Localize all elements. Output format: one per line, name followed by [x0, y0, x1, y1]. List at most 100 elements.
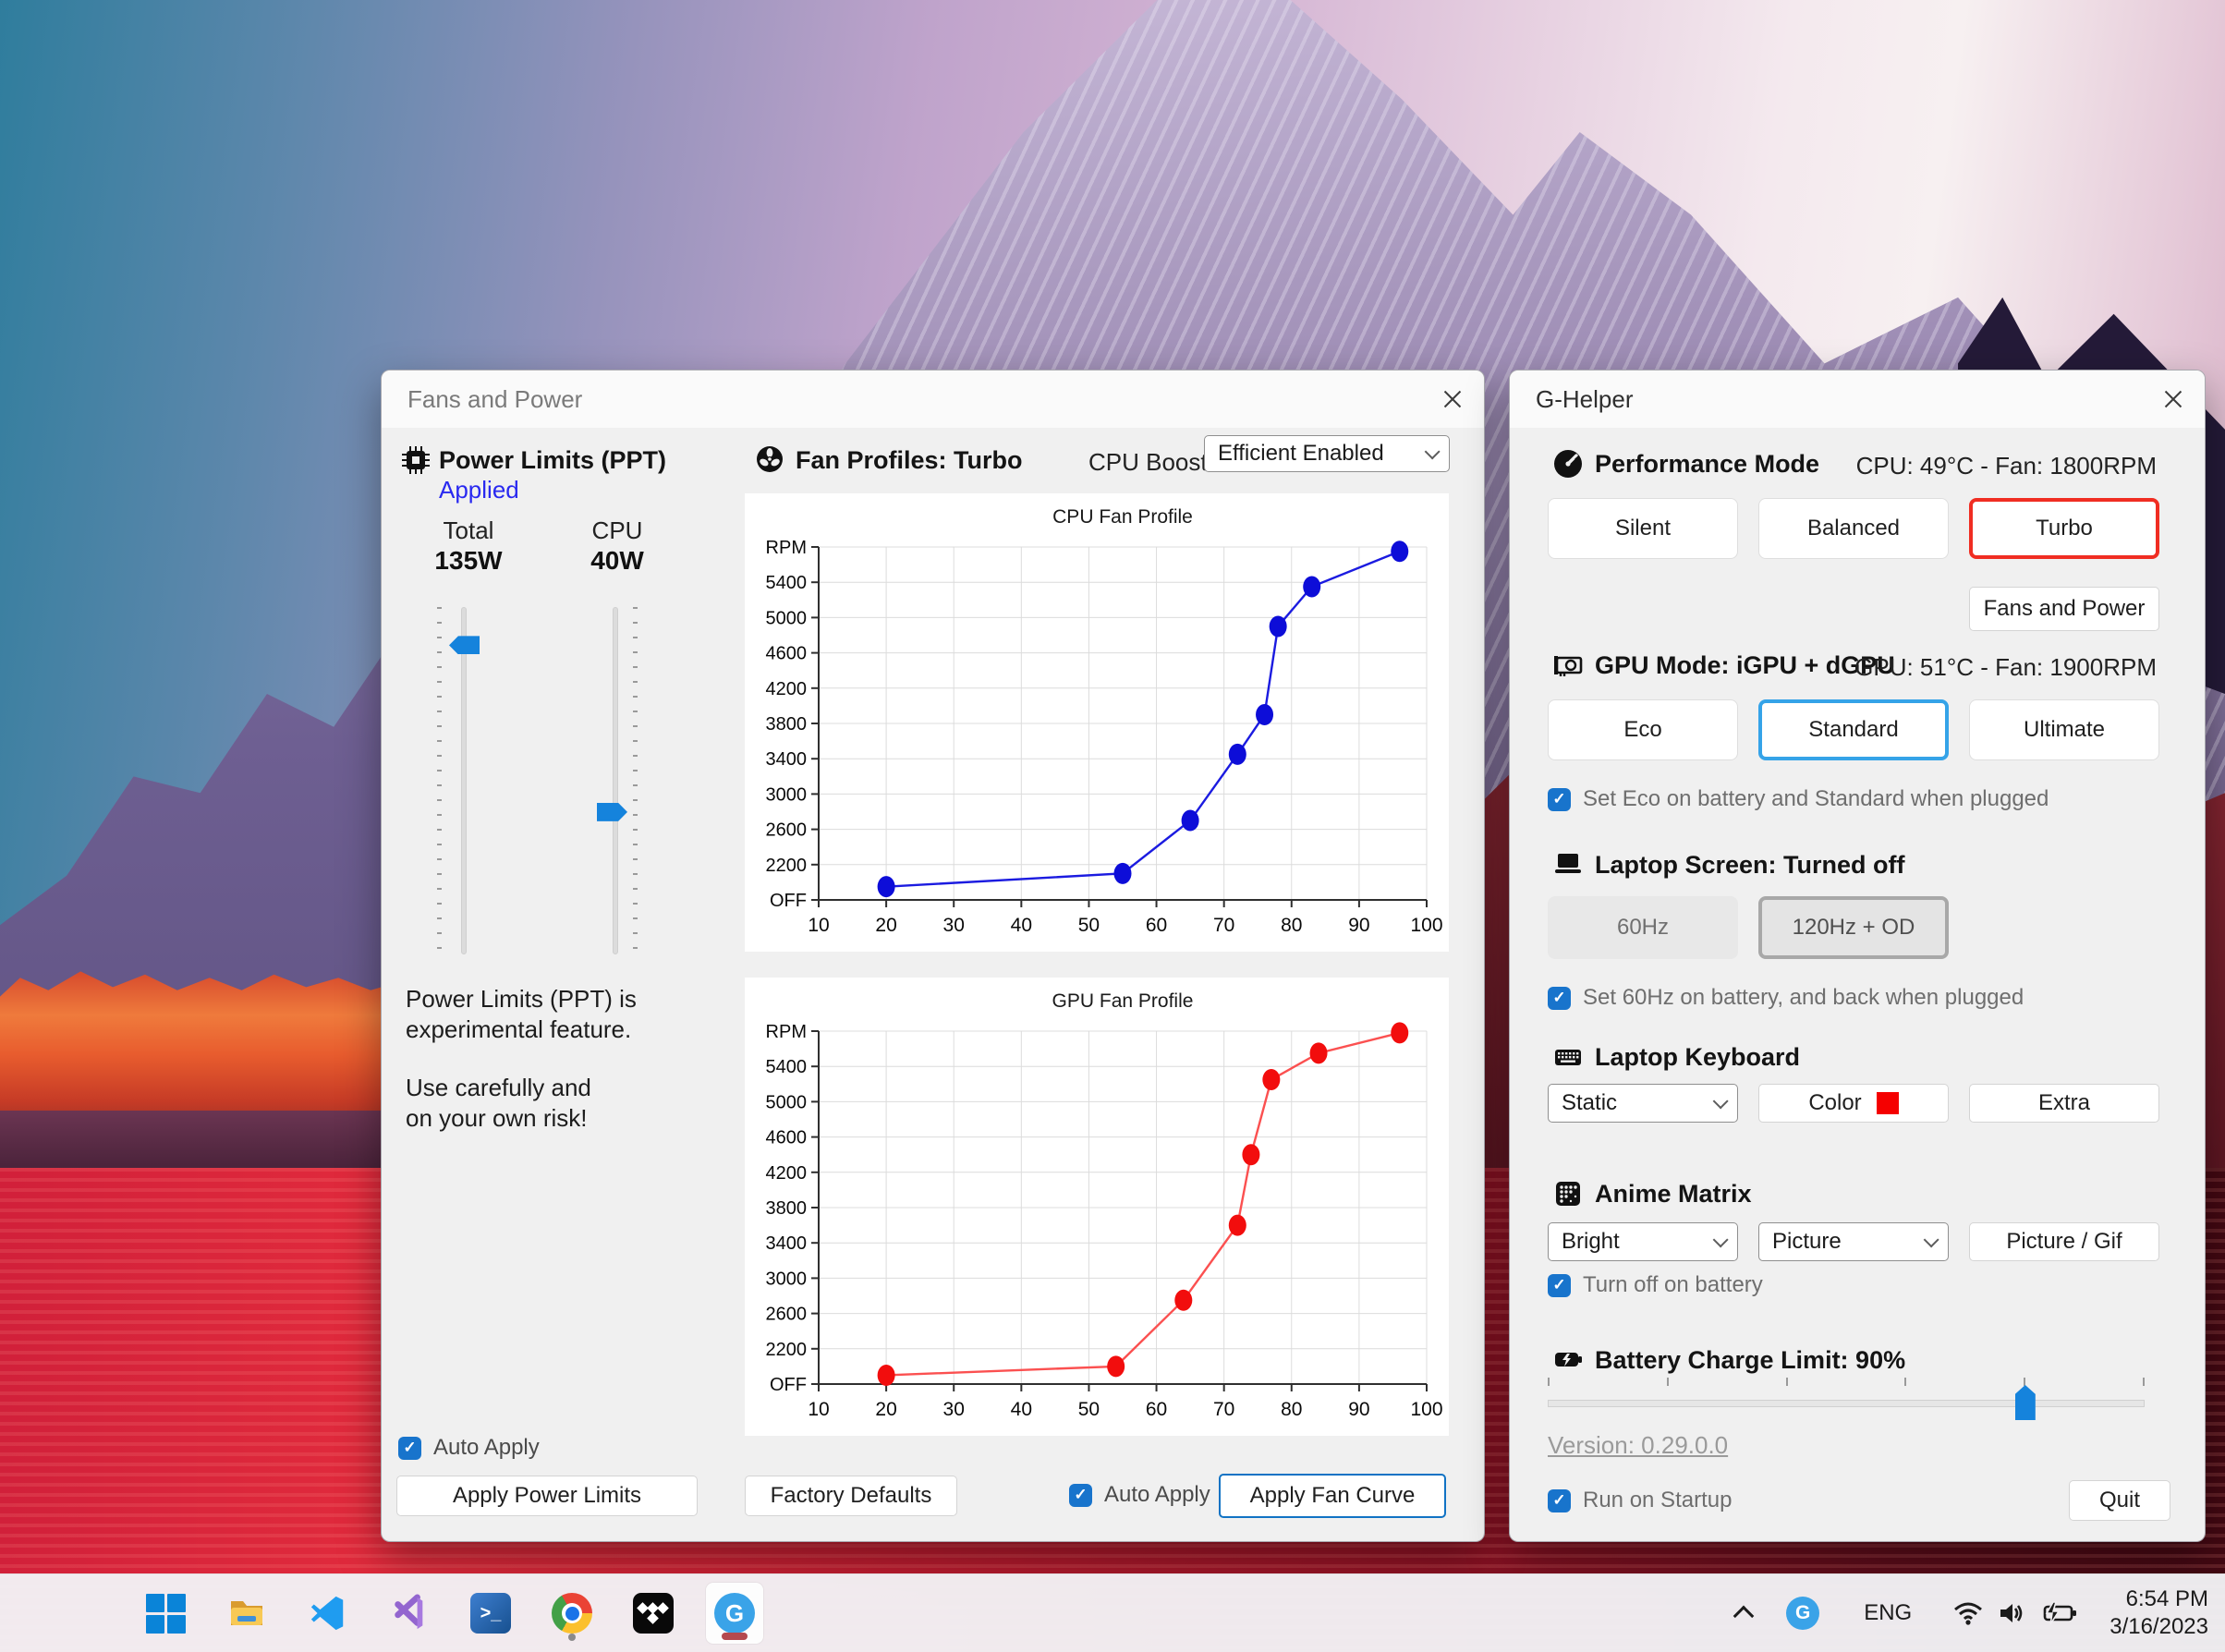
svg-text:100: 100 [1410, 915, 1442, 936]
tray-date: 3/16/2023 [2109, 1613, 2208, 1641]
matrix-brightness-value: Bright [1562, 1229, 1620, 1255]
start-button[interactable] [137, 1583, 194, 1644]
color-swatch [1877, 1092, 1899, 1114]
svg-text:10: 10 [808, 915, 829, 936]
ghelper-taskbar-button[interactable]: G [706, 1583, 763, 1644]
gpu-fan-profile-chart[interactable]: OFF220026003000340038004200460050005400R… [745, 978, 1449, 1436]
refresh-60hz-button[interactable]: 60Hz [1548, 896, 1738, 959]
ghelper-titlebar[interactable]: G-Helper [1510, 370, 2205, 428]
svg-text:60: 60 [1146, 1399, 1167, 1420]
svg-text:3400: 3400 [766, 749, 808, 770]
volume-icon[interactable] [1999, 1600, 2026, 1626]
cpu-slider-thumb[interactable] [597, 803, 627, 821]
auto-apply-fan-checkbox[interactable] [1069, 1484, 1092, 1507]
powershell-button[interactable]: >_ [462, 1583, 519, 1644]
power-limits-applied-link[interactable]: Applied [439, 476, 519, 504]
fans-and-power-button[interactable]: Fans and Power [1969, 587, 2159, 631]
battery-limit-slider[interactable] [1548, 1378, 2145, 1426]
language-indicator[interactable]: ENG [1864, 1600, 1912, 1626]
screen-60hz-auto-checkbox[interactable] [1548, 987, 1571, 1010]
keyboard-color-label: Color [1808, 1090, 1861, 1116]
battery-limit-header: Battery Charge Limit: 90% [1595, 1344, 1905, 1376]
cpu-slider-label: CPU [571, 516, 663, 545]
performance-mode-header: Performance Mode [1595, 448, 1819, 480]
total-slider-thumb[interactable] [449, 636, 480, 654]
fans-window-titlebar[interactable]: Fans and Power [382, 370, 1484, 428]
close-button[interactable] [2155, 382, 2192, 417]
svg-text:RPM: RPM [766, 538, 807, 558]
slider-track[interactable] [613, 607, 618, 954]
battery-icon [1552, 1344, 1584, 1376]
svg-text:4600: 4600 [766, 644, 808, 664]
total-power-slider[interactable] [435, 601, 491, 967]
matrix-brightness-dropdown[interactable]: Bright [1548, 1222, 1738, 1261]
tidal-button[interactable] [625, 1583, 682, 1644]
matrix-battery-label: Turn off on battery [1583, 1272, 1763, 1298]
version-link[interactable]: Version: 0.29.0.0 [1548, 1431, 1728, 1460]
svg-text:5000: 5000 [766, 608, 808, 628]
svg-text:20: 20 [875, 1399, 896, 1420]
cpu-fan-profile-chart[interactable]: OFF220026003000340038004200460050005400R… [745, 493, 1449, 952]
svg-text:80: 80 [1281, 1399, 1302, 1420]
refresh-120hz-button[interactable]: 120Hz + OD [1758, 896, 1949, 959]
run-on-startup-checkbox[interactable] [1548, 1489, 1571, 1512]
battery-slider-thumb[interactable] [2015, 1385, 2036, 1420]
svg-text:3000: 3000 [766, 784, 808, 805]
keyboard-color-button[interactable]: Color [1758, 1084, 1949, 1123]
svg-text:100: 100 [1410, 1399, 1442, 1420]
balanced-mode-button[interactable]: Balanced [1758, 498, 1949, 559]
chevron-down-icon [1713, 1232, 1729, 1247]
ultimate-gpu-button[interactable]: Ultimate [1969, 699, 2159, 760]
matrix-mode-value: Picture [1772, 1229, 1842, 1255]
cpu-slider-value: 40W [571, 546, 663, 576]
svg-text:RPM: RPM [766, 1022, 807, 1042]
slider-track[interactable] [1548, 1400, 2145, 1407]
apply-fan-curve-button[interactable]: Apply Fan Curve [1219, 1474, 1446, 1518]
ghelper-window: G-Helper Performance Mode CPU: 49°C - Fa… [1509, 370, 2206, 1542]
vscode-icon [309, 1594, 347, 1633]
close-button[interactable] [1434, 382, 1471, 417]
slider-track[interactable] [461, 607, 467, 954]
matrix-battery-checkbox[interactable] [1548, 1274, 1571, 1297]
desktop: Fans and Power Power Limits (PPT) Applie… [0, 0, 2225, 1652]
clock[interactable]: 6:54 PM 3/16/2023 [2109, 1585, 2208, 1641]
svg-text:20: 20 [875, 915, 896, 936]
taskbar-icons: >_ G [137, 1583, 763, 1644]
keyboard-mode-dropdown[interactable]: Static [1548, 1084, 1738, 1123]
svg-text:50: 50 [1078, 1399, 1100, 1420]
svg-text:3800: 3800 [766, 714, 808, 735]
laptop-screen-icon [1552, 849, 1584, 881]
apply-power-limits-button[interactable]: Apply Power Limits [396, 1476, 698, 1516]
picture-gif-button[interactable]: Picture / Gif [1969, 1222, 2159, 1261]
cpu-boost-dropdown[interactable]: Efficient Enabled [1204, 435, 1450, 472]
matrix-battery-row: Turn off on battery [1548, 1272, 1763, 1298]
cpu-power-slider[interactable] [587, 601, 642, 967]
chevron-down-icon [1425, 443, 1441, 459]
keyboard-extra-button[interactable]: Extra [1969, 1084, 2159, 1123]
auto-apply-power-row: Auto Apply [398, 1435, 540, 1461]
file-explorer-button[interactable] [218, 1583, 275, 1644]
tray-time: 6:54 PM [2109, 1585, 2208, 1613]
ghelper-tray-icon[interactable]: G [1786, 1597, 1819, 1630]
gpu-eco-auto-checkbox[interactable] [1548, 788, 1571, 811]
turbo-mode-button[interactable]: Turbo [1969, 498, 2159, 559]
factory-defaults-button[interactable]: Factory Defaults [745, 1476, 957, 1516]
file-explorer-icon [226, 1593, 267, 1634]
standard-gpu-button[interactable]: Standard [1758, 699, 1949, 760]
total-slider-label: Total [422, 516, 515, 545]
silent-mode-button[interactable]: Silent [1548, 498, 1738, 559]
ghelper-icon: G [714, 1593, 755, 1634]
vscode-button[interactable] [299, 1583, 357, 1644]
visual-studio-button[interactable] [381, 1583, 438, 1644]
auto-apply-power-checkbox[interactable] [398, 1437, 421, 1460]
tray-overflow-button[interactable] [1736, 1603, 1751, 1623]
quit-button[interactable]: Quit [2069, 1480, 2170, 1521]
svg-text:40: 40 [1011, 915, 1032, 936]
wifi-icon[interactable] [1952, 1600, 1984, 1626]
eco-gpu-button[interactable]: Eco [1548, 699, 1738, 760]
svg-text:5400: 5400 [766, 573, 808, 593]
matrix-mode-dropdown[interactable]: Picture [1758, 1222, 1949, 1261]
chrome-button[interactable] [543, 1583, 601, 1644]
svg-text:CPU Fan Profile: CPU Fan Profile [1052, 506, 1193, 528]
battery-tray-icon[interactable] [2041, 1600, 2078, 1626]
